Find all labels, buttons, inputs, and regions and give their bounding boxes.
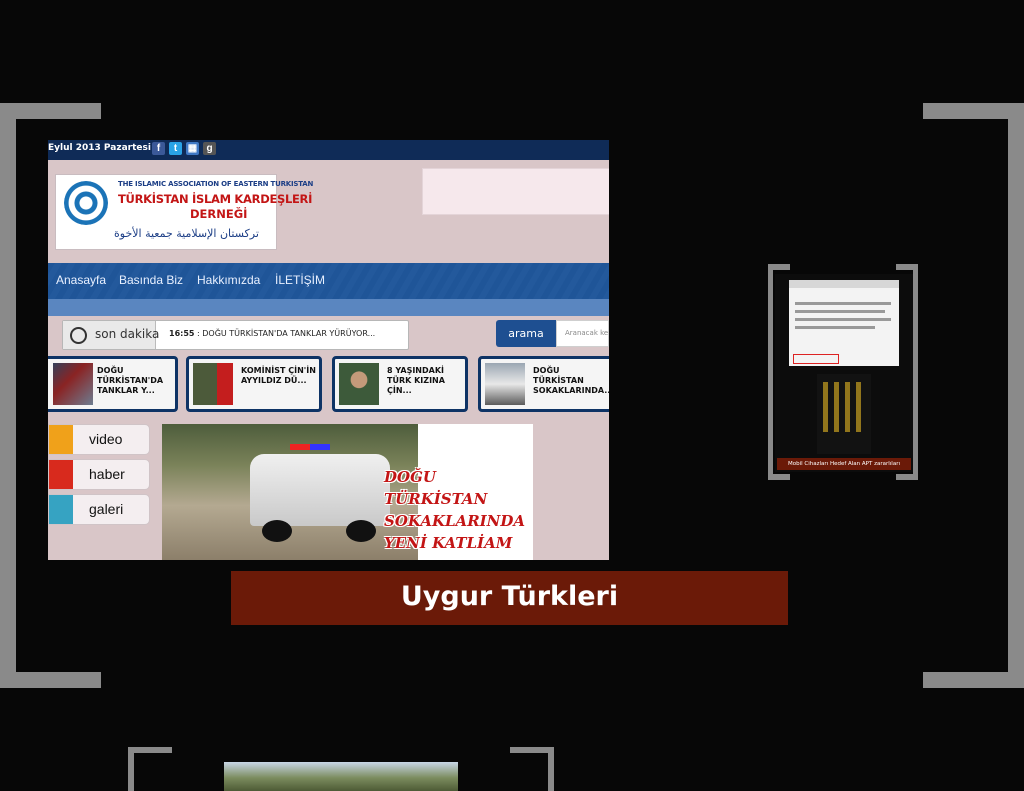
haber-link-label: haber [89,466,125,482]
news-card-title: 8 YAŞINDAKİ TÜRK KIZINA ÇİN... [387,366,445,395]
website-screenshot[interactable]: Eylul 2013 Pazartesi f t ▦ g THE ISLAMIC… [48,140,609,560]
news-card-title: DOĞU TÜRKİSTAN SOKAKLARINDA... [533,366,609,395]
headline-line2: TÜRKİSTAN [384,490,488,508]
frame-right-edge [1008,103,1024,688]
featured-photo[interactable]: DOĞU TÜRKİSTAN SOKAKLARINDA YENİ KATLİAM [162,424,533,560]
bottom-thumbnail[interactable] [224,762,458,791]
news-thumbnail [485,363,525,405]
gallery-icon [49,495,73,524]
video-link-label: video [89,431,123,447]
emblem-icon [64,181,108,225]
phone-app-grid [823,382,865,432]
side-thumbnail[interactable]: Mobil Cihazları Hedef Alan APT zararlıla… [775,274,913,472]
headline-line4: YENİ KATLİAM [384,534,513,552]
side-thumb-highlight [793,354,839,364]
news-icon [49,460,73,489]
side-thumb-text-line [795,310,885,313]
nav-item-hakkimizda[interactable]: Hakkımızda [197,273,260,287]
ticker-label: son dakika [95,327,160,341]
news-thumbnail [339,363,379,405]
video-link[interactable]: video [48,424,150,455]
logo-arabic-text: تركستان الإسلامية جمعية الأخوة [114,227,259,240]
side-thumb-text-line [795,302,891,305]
police-car [250,454,390,526]
facebook-icon[interactable]: f [152,142,165,155]
breaking-news-ticker[interactable]: son dakika 16:55 : DOĞU TÜRKİSTAN'DA TAN… [62,320,409,350]
news-thumbnail [193,363,233,405]
side-thumb-text-line [795,318,891,321]
ticker-text[interactable]: : DOĞU TÜRKİSTAN'DA TANKLAR YÜRÜYOR... [197,329,375,338]
news-card[interactable]: KOMİNİST ÇİN'İN AYYILDIZ DÜ... [186,356,322,412]
rss-icon[interactable]: ▦ [186,142,199,155]
slide-caption-text: Uygur Türkleri [400,581,619,612]
side-thumb-toolbar [789,280,899,288]
frame-corner-br-h [923,672,1024,688]
galeri-link-label: galeri [89,501,124,517]
haber-link[interactable]: haber [48,459,150,490]
news-thumbnail [53,363,93,405]
news-card[interactable]: DOĞU TÜRKİSTAN'DA TANKLAR Y... [48,356,178,412]
headline-line1: DOĞU [384,468,436,486]
car-wheel [262,520,292,542]
nav-item-basinda-biz[interactable]: Basında Biz [119,273,183,287]
nav-item-iletisim[interactable]: İLETİŞİM [275,273,325,287]
frame-corner-bl-h [0,672,101,688]
news-card-title: DOĞU TÜRKİSTAN'DA TANKLAR Y... [97,366,164,395]
top-bar: Eylul 2013 Pazartesi f t ▦ g [48,140,609,160]
main-nav: Anasayfa Basında Biz Hakkımızda İLETİŞİM [48,263,609,301]
googleplus-icon[interactable]: g [203,142,216,155]
news-card[interactable]: DOĞU TÜRKİSTAN SOKAKLARINDA... [478,356,609,412]
logo-turkish-line2: DERNEĞİ [190,207,248,221]
siren-lights [290,444,330,450]
video-icon [49,425,73,454]
slide-caption: Uygur Türkleri [231,571,788,625]
news-card-title: KOMİNİST ÇİN'İN AYYILDIZ DÜ... [241,366,316,385]
headline-line3: SOKAKLARINDA [384,512,526,530]
side-thumbnail-phone [817,374,871,454]
nav-item-anasayfa[interactable]: Anasayfa [56,273,106,287]
nav-sub-bar [48,299,609,316]
side-thumbnail-caption: Mobil Cihazları Hedef Alan APT zararlıla… [777,458,911,470]
search-button[interactable]: arama [496,320,556,347]
frame-left-edge [0,103,16,688]
news-card[interactable]: 8 YAŞINDAKİ TÜRK KIZINA ÇİN... [332,356,468,412]
twitter-icon[interactable]: t [169,142,182,155]
car-wheel [346,520,376,542]
site-logo[interactable]: THE ISLAMIC ASSOCIATION OF EASTERN TURKI… [55,174,313,250]
date-text: Eylul 2013 Pazartesi [48,143,151,153]
clock-icon [70,327,87,344]
ticker-label-box: son dakika [63,321,160,349]
side-thumb-text-line [795,326,875,329]
logo-turkish-line1: TÜRKİSTAN İSLAM KARDEŞLERİ [118,192,313,206]
logo-english-text: THE ISLAMIC ASSOCIATION OF EASTERN TURKI… [118,180,314,188]
search-input[interactable]: Aranacak ke [556,320,609,347]
ticker-time: 16:55 [169,329,195,338]
header-banner-box [422,168,609,215]
side-thumbnail-screenshot [789,280,899,366]
galeri-link[interactable]: galeri [48,494,150,525]
